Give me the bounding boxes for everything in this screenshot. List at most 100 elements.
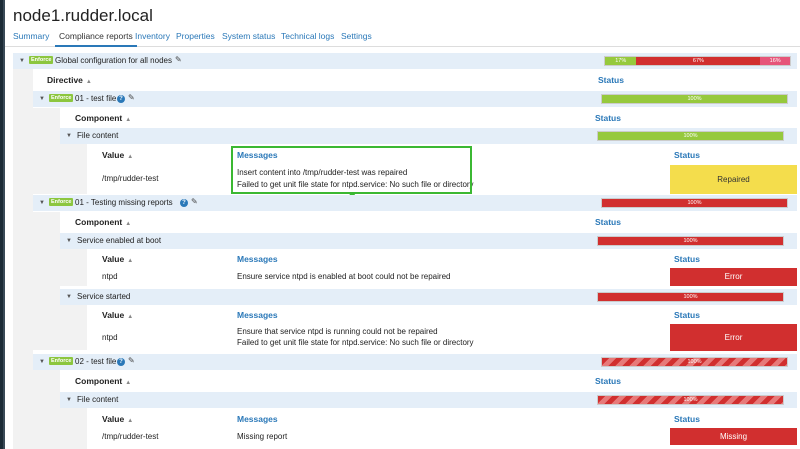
directive-row[interactable]: ▼ Enforce 02 - test file ? ✎ 100% <box>33 354 797 370</box>
status-column-header[interactable]: Status <box>674 150 700 160</box>
caret-down-icon[interactable]: ▼ <box>66 238 72 244</box>
status-column-header[interactable]: Status <box>595 113 621 123</box>
tab-summary[interactable]: Summary <box>9 31 53 45</box>
value-cell: ntpd <box>102 272 118 281</box>
value-column-header[interactable]: Value ▲ <box>102 254 133 264</box>
compliance-bar: 100% <box>597 395 784 405</box>
enforce-badge: Enforce <box>49 94 74 102</box>
tab-system-status[interactable]: System status <box>218 31 279 45</box>
sort-up-icon: ▲ <box>125 117 132 123</box>
component-column-header[interactable]: Component ▲ <box>75 217 131 227</box>
sort-up-icon: ▲ <box>127 258 134 264</box>
annotation-highlight-box <box>231 146 472 194</box>
status-column-header[interactable]: Status <box>595 217 621 227</box>
caret-down-icon[interactable]: ▼ <box>39 96 45 102</box>
nesting-guide <box>33 370 60 449</box>
nesting-guide <box>60 304 87 350</box>
status-cell-repaired: Repaired <box>670 165 797 194</box>
compliance-bar: 100% <box>597 236 784 246</box>
compliance-missing-segment: 100% <box>602 358 787 366</box>
status-cell-error: Error <box>670 324 797 351</box>
component-row[interactable]: ▼ Service started 100% <box>60 289 797 305</box>
component-header-row: Component ▲ Status <box>60 110 797 126</box>
status-column-header[interactable]: Status <box>674 414 700 424</box>
compliance-bar: 100% <box>597 292 784 302</box>
value-column-header[interactable]: Value ▲ <box>102 310 133 320</box>
caret-down-icon[interactable]: ▼ <box>39 200 45 206</box>
compliance-success-segment: 100% <box>602 95 787 103</box>
rule-row-global[interactable]: ▼ Enforce Global configuration for all n… <box>13 53 797 69</box>
node-details-page: node1.rudder.local Summary Compliance re… <box>5 0 800 449</box>
directive-name: 02 - test file <box>75 357 117 366</box>
compliance-error-segment: 100% <box>598 237 783 245</box>
directive-name: 01 - test file <box>75 94 117 103</box>
nesting-guide <box>13 68 33 449</box>
sort-up-icon: ▲ <box>125 380 132 386</box>
value-cell: ntpd <box>102 333 118 342</box>
message-line: Ensure that service ntpd is running coul… <box>237 327 438 336</box>
tab-compliance-reports[interactable]: Compliance reports <box>55 31 137 47</box>
tab-properties[interactable]: Properties <box>172 31 219 45</box>
messages-column-header[interactable]: Messages <box>237 254 278 264</box>
directive-column-header[interactable]: Directive ▲ <box>47 75 92 85</box>
help-icon[interactable]: ? <box>180 199 188 207</box>
header-label: Component <box>75 113 123 123</box>
directive-header-row: Directive ▲ Status <box>33 72 797 88</box>
value-cell: /tmp/rudder-test <box>102 432 159 441</box>
compliance-error-segment: 100% <box>602 199 787 207</box>
status-cell-missing: Missing <box>670 428 797 445</box>
value-header-row: Value ▲ Messages Status <box>87 251 797 267</box>
compliance-missing-segment: 100% <box>598 396 783 404</box>
component-row[interactable]: ▼ File content 100% <box>60 128 797 144</box>
component-name: File content <box>77 131 119 140</box>
help-icon[interactable]: ? <box>117 95 125 103</box>
header-label: Component <box>75 217 123 227</box>
directive-row[interactable]: ▼ Enforce 01 - test file ? ✎ 100% <box>33 91 797 107</box>
messages-column-header[interactable]: Messages <box>237 414 278 424</box>
tab-inventory[interactable]: Inventory <box>131 31 174 45</box>
nesting-guide <box>33 108 60 194</box>
compliance-bar: 100% <box>601 198 788 208</box>
status-column-header[interactable]: Status <box>674 254 700 264</box>
pencil-icon[interactable]: ✎ <box>191 197 198 206</box>
node-tabs: Summary Compliance reports Inventory Pro… <box>5 29 800 47</box>
tab-technical-logs[interactable]: Technical logs <box>277 31 338 45</box>
sort-up-icon: ▲ <box>127 314 134 320</box>
pencil-icon[interactable]: ✎ <box>128 356 135 365</box>
component-name: Service enabled at boot <box>77 236 162 245</box>
directive-row[interactable]: ▼ Enforce 01 - Testing missing reports ?… <box>33 195 797 211</box>
status-column-header[interactable]: Status <box>598 75 624 85</box>
value-column-header[interactable]: Value ▲ <box>102 414 133 424</box>
status-column-header[interactable]: Status <box>595 376 621 386</box>
component-column-header[interactable]: Component ▲ <box>75 113 131 123</box>
value-column-header[interactable]: Value ▲ <box>102 150 133 160</box>
caret-down-icon[interactable]: ▼ <box>66 397 72 403</box>
help-icon[interactable]: ? <box>117 358 125 366</box>
component-column-header[interactable]: Component ▲ <box>75 376 131 386</box>
enforce-badge: Enforce <box>49 357 74 365</box>
caret-down-icon[interactable]: ▼ <box>66 294 72 300</box>
header-label: Component <box>75 376 123 386</box>
value-row: /tmp/rudder-test Missing report Missing <box>87 428 797 445</box>
component-row[interactable]: ▼ Service enabled at boot 100% <box>60 233 797 249</box>
status-column-header[interactable]: Status <box>674 310 700 320</box>
compliance-bar: 100% <box>601 94 788 104</box>
compliance-bar: 100% <box>597 131 784 141</box>
directive-name: 01 - Testing missing reports <box>75 198 173 207</box>
compliance-error-segment: 100% <box>598 293 783 301</box>
caret-down-icon[interactable]: ▼ <box>39 359 45 365</box>
caret-down-icon[interactable]: ▼ <box>66 133 72 139</box>
nesting-guide <box>60 248 87 286</box>
caret-down-icon[interactable]: ▼ <box>19 58 25 64</box>
message-line: Missing report <box>237 432 288 441</box>
component-row[interactable]: ▼ File content 100% <box>60 392 797 408</box>
value-header-row: Value ▲ Messages Status <box>87 411 797 427</box>
value-header-row: Value ▲ Messages Status <box>87 307 797 323</box>
header-label: Value <box>102 254 125 264</box>
page-title: node1.rudder.local <box>13 6 153 25</box>
component-name: File content <box>77 395 119 404</box>
tab-settings[interactable]: Settings <box>337 31 376 45</box>
pencil-icon[interactable]: ✎ <box>128 93 135 102</box>
messages-column-header[interactable]: Messages <box>237 310 278 320</box>
pencil-icon[interactable]: ✎ <box>175 55 182 64</box>
